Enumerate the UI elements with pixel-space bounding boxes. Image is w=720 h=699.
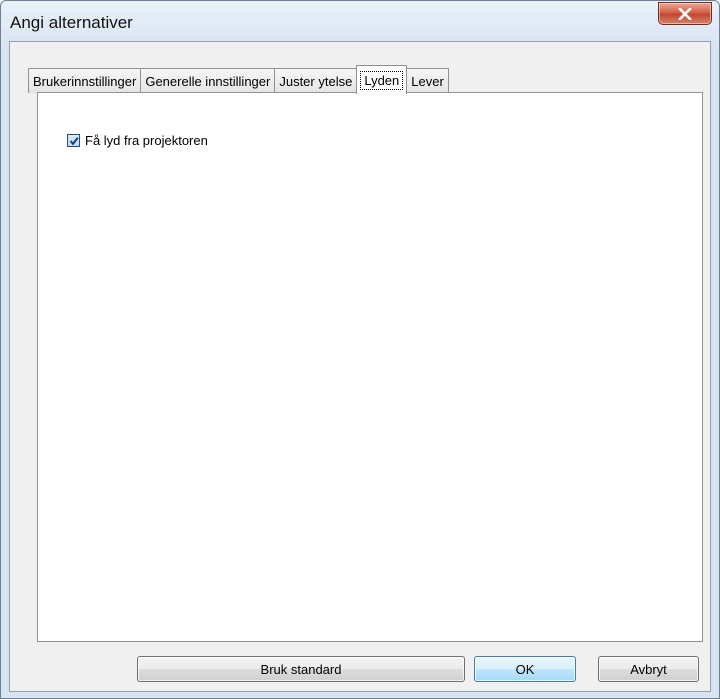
tab-label: Brukerinnstillinger — [33, 73, 137, 89]
defaults-button-label: Bruk standard — [260, 661, 342, 677]
defaults-button[interactable]: Bruk standard — [137, 656, 465, 682]
tab-lyden[interactable]: Lyden — [356, 65, 408, 94]
tab-panel-lyden — [37, 92, 703, 642]
tab-juster-ytelse[interactable]: Juster ytelse — [274, 68, 358, 93]
cancel-button[interactable]: Avbryt — [598, 656, 699, 682]
close-button[interactable] — [658, 2, 712, 25]
ok-button[interactable]: OK — [474, 656, 576, 682]
title-bar[interactable]: Angi alternativer — [1, 1, 719, 41]
checkmark-icon — [69, 136, 79, 145]
sound-option[interactable]: Få lyd fra projektoren — [67, 133, 208, 148]
tab-generelle-innstillinger[interactable]: Generelle innstillinger — [140, 68, 276, 93]
tab-label: Lyden — [360, 70, 404, 90]
cancel-button-label: Avbryt — [630, 661, 667, 677]
sound-checkbox-label: Få lyd fra projektoren — [85, 133, 208, 148]
sound-checkbox[interactable] — [67, 134, 80, 147]
tab-label: Lever — [411, 73, 444, 89]
window-title: Angi alternativer — [10, 13, 133, 32]
tab-lever[interactable]: Lever — [406, 68, 449, 93]
tab-brukerinnstillinger[interactable]: Brukerinnstillinger — [28, 68, 142, 93]
tab-label: Generelle innstillinger — [145, 73, 271, 89]
tab-label: Juster ytelse — [279, 73, 353, 89]
close-icon — [678, 7, 692, 20]
tab-strip: Brukerinnstillinger Generelle innstillin… — [28, 64, 449, 94]
ok-button-label: OK — [515, 661, 535, 677]
